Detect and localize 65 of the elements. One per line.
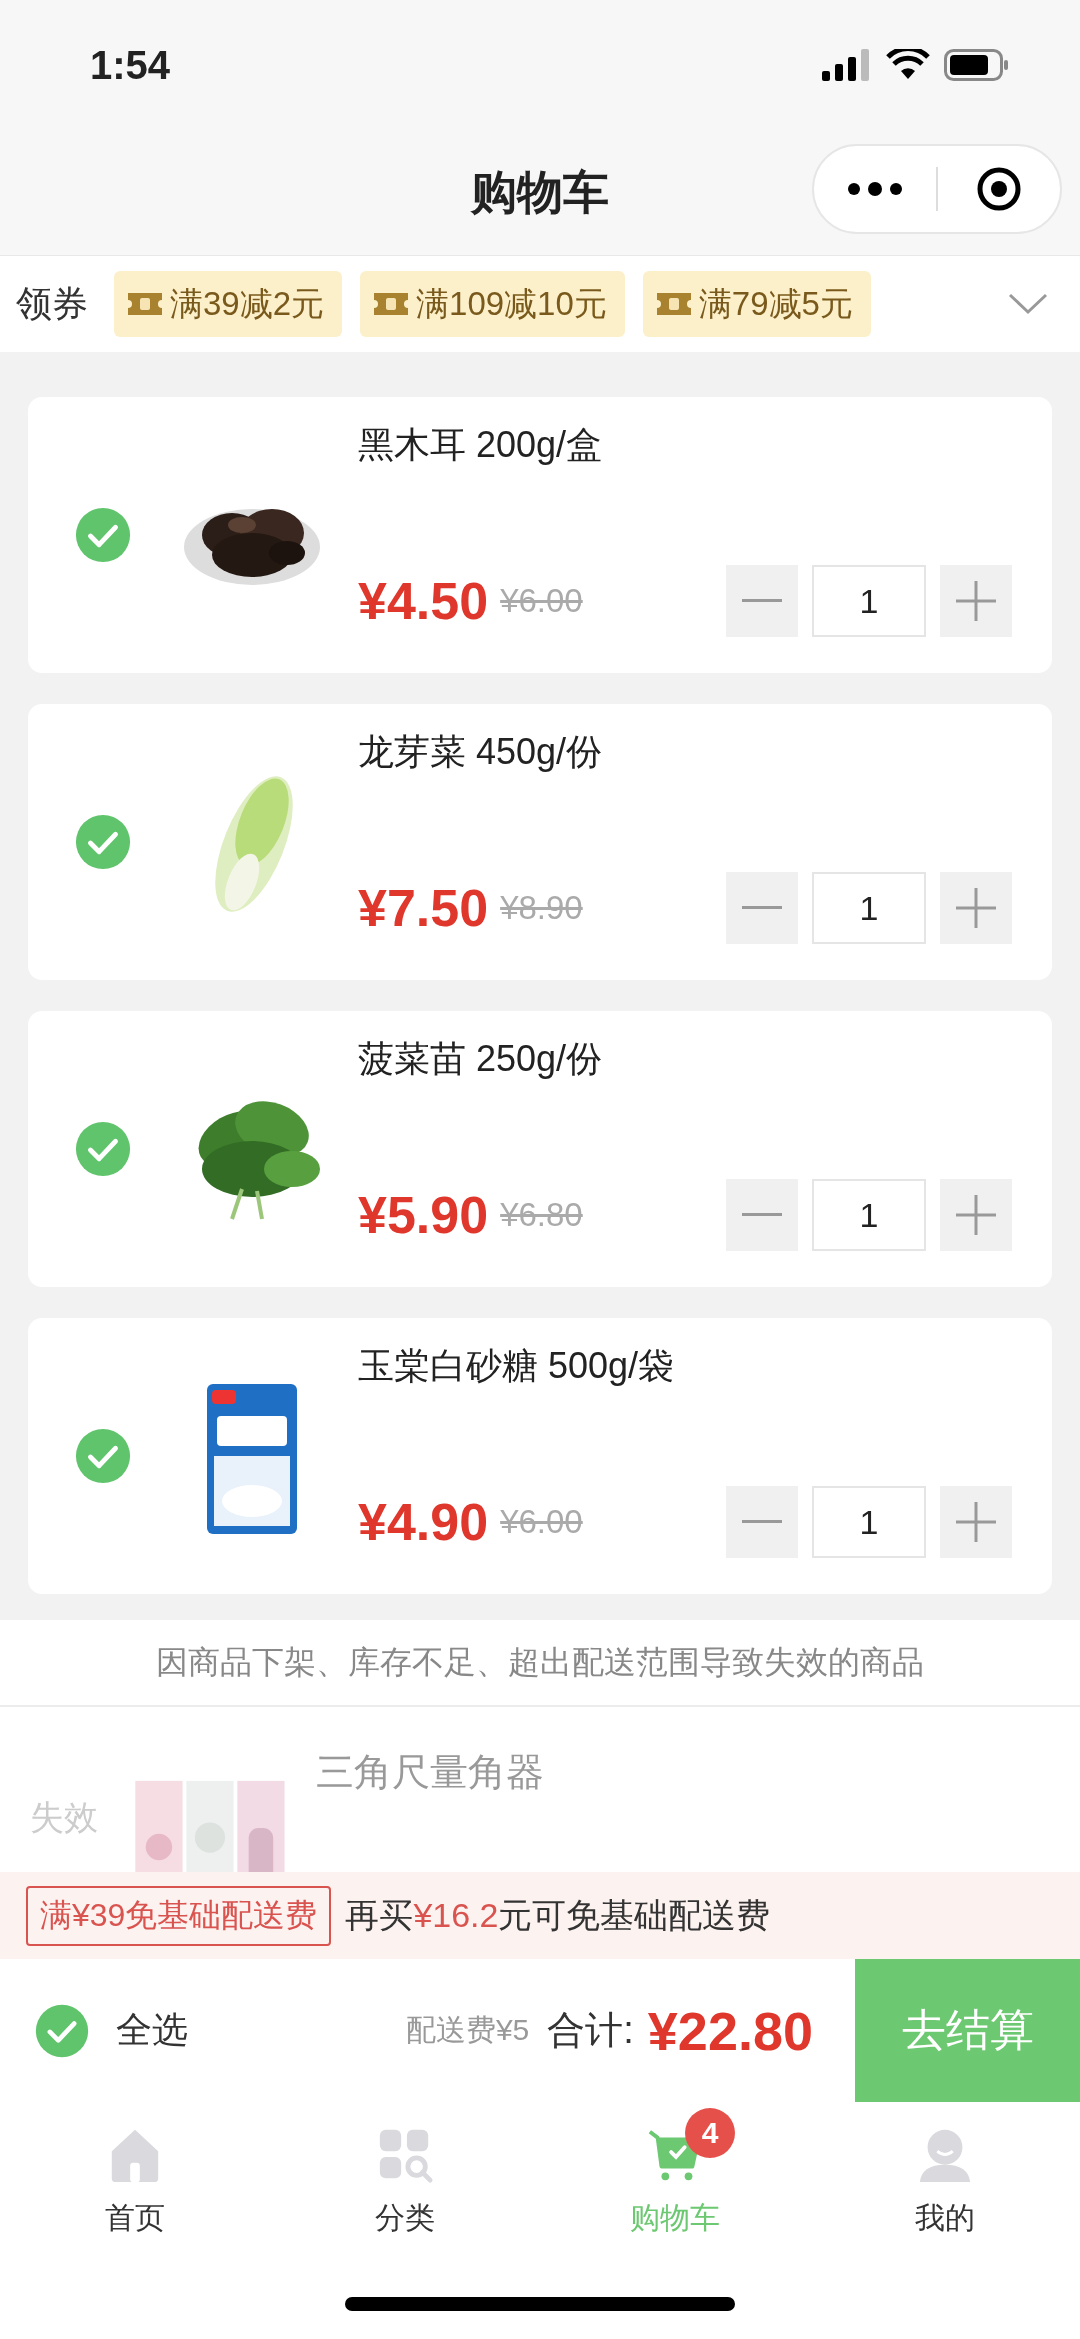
coupon-chip[interactable]: 满79减5元 [642, 271, 871, 337]
checkbox[interactable] [74, 1120, 132, 1178]
minus-icon [742, 1520, 782, 1524]
select-all-label: 全选 [116, 2008, 188, 2052]
total-price: ¥22.80 [647, 1999, 813, 2062]
wifi-icon [886, 49, 930, 81]
cart-badge: 4 [685, 2108, 735, 2158]
increase-button[interactable] [940, 1486, 1012, 1558]
original-price: ¥6.80 [500, 1196, 583, 1234]
plus-icon [956, 1195, 996, 1235]
checkbox[interactable] [74, 506, 132, 564]
product-name: 黑木耳 200g/盒 [358, 423, 604, 467]
minus-icon [742, 1213, 782, 1217]
product-price: ¥5.90 [358, 1185, 489, 1245]
decrease-button[interactable] [726, 565, 798, 637]
coupon-chip[interactable]: 满109减10元 [360, 271, 625, 337]
tab-item[interactable]: 分类 [270, 2102, 540, 2247]
total-label: 合计: [547, 2008, 634, 2053]
quantity-field[interactable]: 1 [812, 1486, 926, 1558]
coupon-label: 领券 [16, 281, 88, 326]
product-price: ¥4.90 [358, 1492, 489, 1552]
decrease-button[interactable] [726, 872, 798, 944]
checkbox[interactable] [74, 1427, 132, 1485]
ticket-icon [654, 291, 693, 317]
close-icon[interactable] [975, 165, 1023, 213]
coupon-chip[interactable]: 满39减2元 [114, 271, 343, 337]
ticket-icon [372, 291, 411, 317]
tab-item[interactable]: 我的 [810, 2102, 1080, 2247]
increase-button[interactable] [940, 872, 1012, 944]
signal-icon [822, 49, 872, 81]
minus-icon [742, 906, 782, 910]
invalid-notice: 因商品下架、库存不足、超出配送范围导致失效的商品 [156, 1642, 924, 1682]
quantity-field[interactable]: 1 [812, 1179, 926, 1251]
delivery-tag: 满¥39免基础配送费 [26, 1885, 332, 1946]
page-title: 购物车 [471, 164, 609, 220]
product-price: ¥4.50 [358, 571, 489, 631]
more-icon[interactable] [847, 182, 903, 196]
original-price: ¥6.00 [500, 1503, 583, 1541]
tab-item[interactable]: 首页 [0, 2102, 270, 2247]
decrease-button[interactable] [726, 1179, 798, 1251]
chevron-down-icon[interactable] [1008, 293, 1048, 315]
quantity-field[interactable]: 1 [812, 872, 926, 944]
plus-icon [956, 888, 996, 928]
product-name: 玉棠白砂糖 500g/袋 [358, 1344, 676, 1388]
increase-button[interactable] [940, 565, 1012, 637]
original-price: ¥6.00 [500, 582, 583, 620]
product-name: 菠菜苗 250g/份 [358, 1037, 604, 1081]
product-price: ¥7.50 [358, 878, 489, 938]
plus-icon [956, 1502, 996, 1542]
tab-item[interactable]: 4 购物车 [540, 2102, 810, 2247]
delivery-fee: 配送费¥5 [405, 2012, 530, 2048]
increase-button[interactable] [940, 1179, 1012, 1251]
battery-icon [944, 49, 1010, 81]
product-name: 三角尺量角器 [315, 1750, 544, 1795]
ticket-icon [126, 291, 164, 317]
plus-icon [956, 581, 996, 621]
product-name: 龙芽菜 450g/份 [358, 730, 604, 774]
original-price: ¥8.90 [500, 889, 583, 927]
decrease-button[interactable] [726, 1486, 798, 1558]
delivery-message: 再买¥16.2元可免基础配送费 [345, 1894, 771, 1936]
checkbox[interactable] [74, 813, 132, 871]
checkbox[interactable] [34, 2002, 90, 2059]
quantity-field[interactable]: 1 [812, 565, 926, 637]
minus-icon [742, 599, 782, 603]
status-time: 1:54 [90, 42, 171, 88]
